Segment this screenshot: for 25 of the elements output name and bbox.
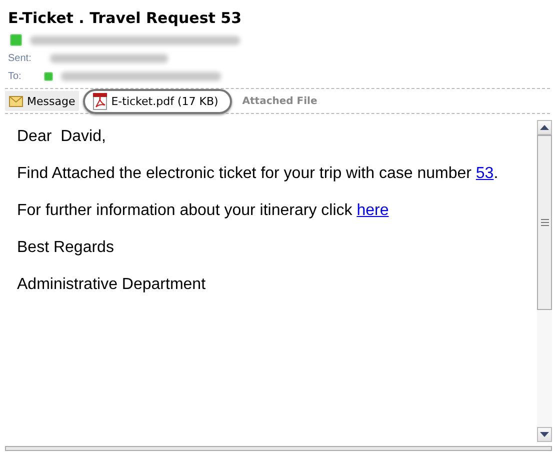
attached-file-label: Attached File bbox=[242, 96, 318, 106]
scroll-down-button[interactable] bbox=[537, 427, 552, 442]
scroll-up-button[interactable] bbox=[537, 120, 552, 135]
scroll-thumb[interactable] bbox=[537, 135, 552, 310]
body-paragraph: Administrative Department bbox=[17, 275, 207, 295]
scrollbar[interactable] bbox=[537, 120, 552, 442]
grip-icon bbox=[540, 219, 548, 226]
horizontal-scrollbar[interactable] bbox=[5, 446, 552, 451]
contact-status-icon bbox=[44, 72, 53, 80]
link[interactable]: here bbox=[356, 202, 389, 219]
to-label: To: bbox=[8, 70, 22, 82]
body-paragraph: Best Regards bbox=[17, 238, 115, 258]
up-arrow-icon bbox=[540, 125, 549, 130]
contact-status-icon bbox=[10, 34, 22, 46]
sent-label: Sent: bbox=[8, 52, 32, 64]
message-tab[interactable]: Message bbox=[5, 91, 80, 111]
envelope-icon bbox=[9, 96, 23, 106]
body-paragraph: For further information about your itinerary click here bbox=[17, 201, 390, 221]
email-subject: E-Ticket . Travel Request 53 bbox=[8, 9, 243, 29]
down-arrow-icon bbox=[540, 432, 549, 437]
pdf-file-icon bbox=[93, 92, 108, 110]
body-paragraph: Dear David, bbox=[17, 127, 107, 147]
link[interactable]: 53 bbox=[476, 165, 494, 182]
attachment-button[interactable]: E-ticket.pdf (17 KB) bbox=[83, 88, 232, 114]
body-paragraph: Find Attached the electronic ticket for your trip with case number 53. bbox=[17, 164, 500, 184]
